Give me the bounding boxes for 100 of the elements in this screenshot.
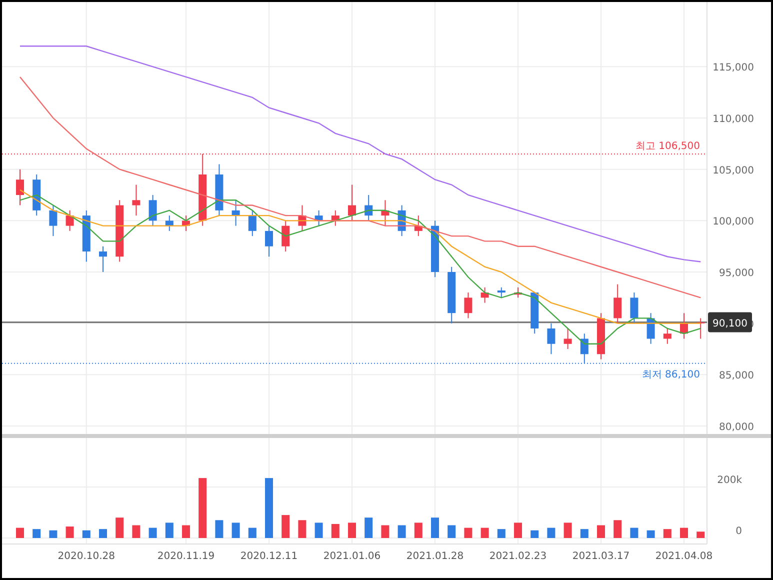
candlestick <box>298 204 306 232</box>
candlestick <box>547 322 556 355</box>
volume-bar <box>597 525 605 538</box>
volume-bar <box>66 526 74 538</box>
volume-bar <box>547 528 556 538</box>
volume-bar <box>298 520 306 538</box>
candlestick <box>215 164 224 216</box>
volume-bar <box>696 532 705 538</box>
candlestick <box>248 210 256 237</box>
volume-bar <box>165 522 174 538</box>
axis-label: 100,000 <box>712 216 754 228</box>
candlestick <box>348 184 356 222</box>
axis-label: 200k <box>717 474 742 486</box>
candlestick <box>364 194 373 222</box>
current-price-tag <box>708 312 752 332</box>
candlestick <box>480 286 489 304</box>
candlestick <box>663 328 672 344</box>
axis-label: 115,000 <box>712 62 754 74</box>
volume-bar <box>646 530 655 538</box>
volume-bar <box>364 518 373 538</box>
volume-bar <box>331 524 340 538</box>
candlestick <box>116 200 124 262</box>
date-label: 2020.12.11 <box>240 551 298 562</box>
candlestick <box>680 312 688 340</box>
candlestick <box>165 215 174 232</box>
volume-bar <box>348 522 356 538</box>
axis-label: 80,000 <box>719 422 754 433</box>
volume-bar <box>132 525 140 538</box>
date-label: 2020.10.28 <box>58 551 116 562</box>
price-label: 최저 86,100 <box>642 369 700 380</box>
volume-bar <box>248 528 256 538</box>
volume-bar <box>448 525 456 538</box>
candlestick <box>232 200 240 226</box>
date-label: 2021.01.06 <box>323 551 381 562</box>
volume-bar <box>16 528 24 538</box>
candlestick <box>148 194 157 226</box>
candlestick <box>431 220 439 278</box>
candlestick <box>49 204 58 237</box>
volume-bar <box>381 525 390 538</box>
volume-bar <box>82 530 90 538</box>
volume-bar <box>49 530 58 538</box>
candlestick <box>564 328 572 350</box>
date-label: 2021.04.08 <box>655 551 713 562</box>
candlestick <box>82 210 90 262</box>
candlestick <box>630 292 638 324</box>
candlestick <box>265 225 273 258</box>
candlestick <box>99 246 107 272</box>
volume-bar <box>630 528 638 538</box>
date-label: 2021.02.23 <box>489 551 547 562</box>
volume-bar <box>580 529 588 538</box>
volume-bar <box>32 529 41 538</box>
candlestick <box>614 284 622 324</box>
axis-label: 110,000 <box>712 114 754 125</box>
volume-bar <box>564 522 572 538</box>
volume-bar <box>514 522 522 538</box>
volume-bar <box>497 529 506 538</box>
candlestick <box>66 210 74 232</box>
volume-bar <box>680 528 688 538</box>
date-label: 2021.01.28 <box>406 551 464 562</box>
candlestick <box>331 210 340 226</box>
candlestick <box>530 292 539 334</box>
candlestick <box>282 220 290 252</box>
volume-bar <box>530 530 539 538</box>
candlestick <box>464 292 472 319</box>
price-label: 최고 106,500 <box>635 140 700 152</box>
volume-bar <box>398 525 406 538</box>
axis-label: 105,000 <box>712 165 754 176</box>
volume-bar <box>414 522 422 538</box>
volume-bar <box>431 518 439 538</box>
volume-bar <box>116 518 124 538</box>
candlestick <box>381 200 390 226</box>
volume-bar <box>265 478 273 538</box>
volume-bar <box>148 528 157 538</box>
date-label: 2021.03.17 <box>572 551 630 562</box>
axis-label: 0 <box>736 526 742 537</box>
volume-bar <box>464 528 472 538</box>
candlestick <box>314 210 323 226</box>
candlestick <box>32 174 41 216</box>
volume-bar <box>182 525 190 538</box>
axis-label: 85,000 <box>719 370 754 382</box>
volume-bar <box>282 515 290 538</box>
axis-label: 95,000 <box>719 268 754 279</box>
candlestick <box>414 215 422 237</box>
volume-bar <box>232 522 240 538</box>
candlestick <box>514 286 522 298</box>
candlestick <box>597 312 605 360</box>
volume-bar <box>198 478 207 538</box>
candlestick <box>132 184 140 216</box>
candlestick <box>398 204 406 237</box>
candlestick <box>448 266 456 324</box>
volume-bar <box>663 529 672 538</box>
current-price: 90,100 <box>712 318 748 330</box>
candlestick <box>497 286 506 298</box>
candlestick <box>16 168 24 206</box>
volume-bar <box>480 528 489 538</box>
candlestick <box>646 312 655 344</box>
volume-bar <box>614 520 622 538</box>
volume-bar <box>99 529 107 538</box>
volume-bar <box>314 522 323 538</box>
candlestick <box>182 215 190 232</box>
